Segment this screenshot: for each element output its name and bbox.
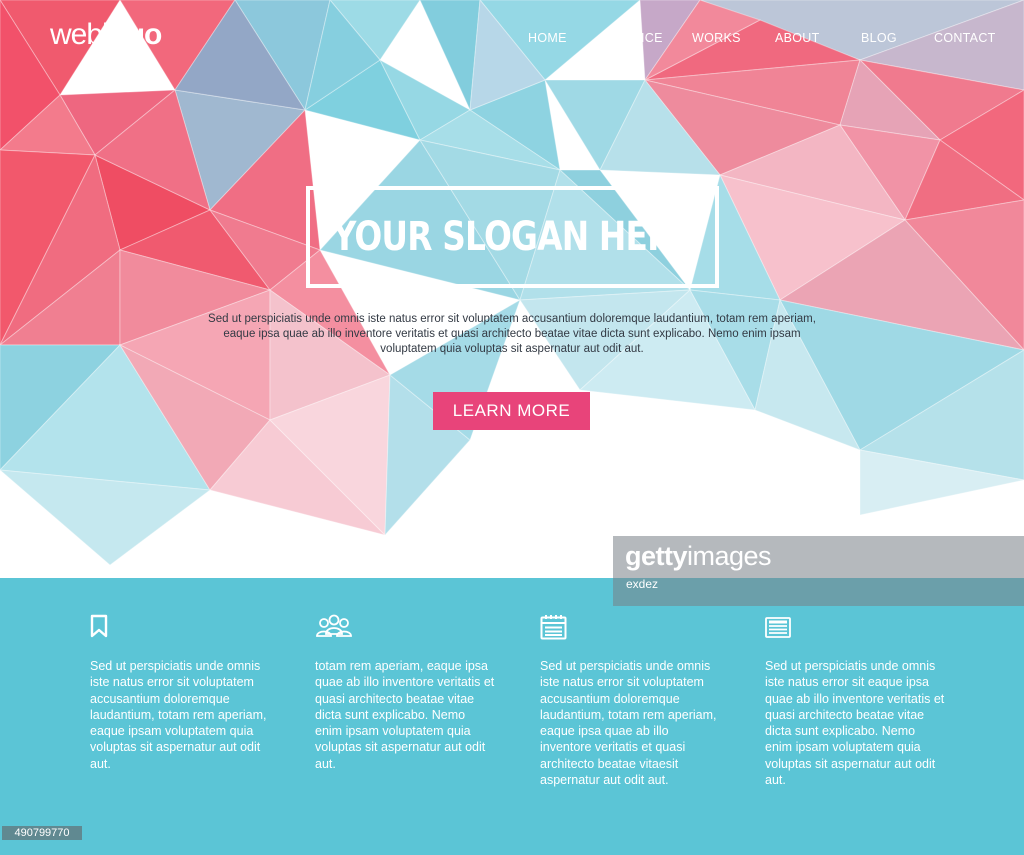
learn-more-button[interactable]: LEARN MORE bbox=[433, 392, 590, 430]
feature-text-1: Sed ut perspiciatis unde omnis iste natu… bbox=[90, 659, 267, 771]
main-nav: HOME SERVICE WORKS ABOUT BLOG CONTACT bbox=[0, 31, 1024, 51]
nav-home[interactable]: HOME bbox=[528, 31, 567, 45]
watermark-brand-bold: getty bbox=[625, 541, 688, 571]
feature-column-2: totam rem aperiam, eaque ipsa quae ab il… bbox=[315, 614, 495, 772]
watermark-logo: gettyimages bbox=[625, 541, 772, 572]
features-section: Sed ut perspiciatis unde omnis iste natu… bbox=[0, 578, 1024, 855]
nav-about[interactable]: ABOUT bbox=[775, 31, 820, 45]
hero-section: weblogo HOME SERVICE WORKS ABOUT BLOG CO… bbox=[0, 0, 1024, 578]
feature-column-1: Sed ut perspiciatis unde omnis iste natu… bbox=[90, 614, 270, 772]
bookmark-icon bbox=[90, 614, 108, 638]
watermark-credit: exdez bbox=[626, 577, 659, 591]
low-poly-background bbox=[0, 0, 1024, 566]
slogan-frame: YOUR SLOGAN HERE bbox=[306, 186, 719, 288]
nav-works[interactable]: WORKS bbox=[692, 31, 741, 45]
newspaper-icon bbox=[765, 617, 791, 638]
feature-text-4: Sed ut perspiciatis unde omnis iste natu… bbox=[765, 659, 945, 788]
nav-contact[interactable]: CONTACT bbox=[934, 31, 996, 45]
calendar-icon bbox=[540, 615, 567, 640]
hero-description: Sed ut perspiciatis unde omnis iste natu… bbox=[208, 313, 816, 355]
feature-text-3: Sed ut perspiciatis unde omnis iste natu… bbox=[540, 659, 717, 788]
stock-id-label: 490799770 bbox=[2, 826, 82, 840]
watermark-brand-light: images bbox=[687, 541, 772, 571]
nav-blog[interactable]: BLOG bbox=[861, 31, 897, 45]
slogan-heading: YOUR SLOGAN HERE bbox=[332, 214, 693, 260]
users-icon bbox=[316, 614, 352, 637]
feature-column-3: Sed ut perspiciatis unde omnis iste natu… bbox=[540, 614, 720, 788]
feature-column-4: Sed ut perspiciatis unde omnis iste natu… bbox=[765, 614, 945, 788]
nav-service[interactable]: SERVICE bbox=[606, 31, 663, 45]
feature-text-2: totam rem aperiam, eaque ipsa quae ab il… bbox=[315, 659, 495, 771]
